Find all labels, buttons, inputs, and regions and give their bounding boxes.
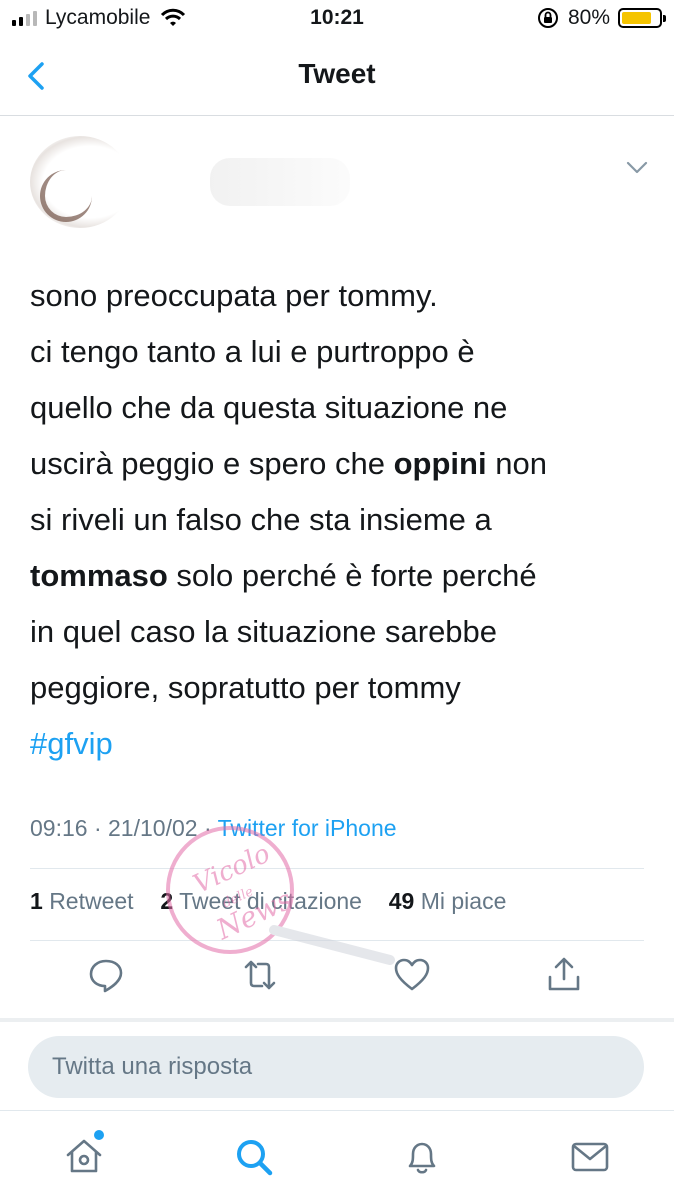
tweet-line: peggiore, sopratutto per tommy bbox=[30, 660, 650, 716]
tweet-text-segment: si riveli un falso che sta insieme a bbox=[30, 502, 492, 537]
heart-icon[interactable] bbox=[392, 955, 432, 995]
meta-separator: · bbox=[93, 815, 109, 841]
nav-bar: Tweet bbox=[0, 40, 674, 116]
quotes-stat[interactable]: 2 Tweet di citazione bbox=[160, 888, 362, 914]
likes-count: 49 bbox=[388, 888, 415, 914]
tweet-line: ci tengo tanto a lui e purtroppo è bbox=[30, 324, 650, 380]
comment-icon[interactable] bbox=[86, 955, 126, 995]
quotes-count: 2 bbox=[160, 888, 174, 914]
quotes-label: Tweet di citazione bbox=[179, 888, 362, 914]
divider bbox=[30, 940, 644, 941]
tab-bar bbox=[0, 1110, 674, 1200]
likes-label: Mi piace bbox=[420, 888, 507, 914]
tweet-stats: 1 Retweet 2 Tweet di citazione 49 Mi pia… bbox=[30, 888, 506, 915]
tweet-text: sono preoccupata per tommy. ci tengo tant… bbox=[30, 268, 650, 772]
mail-icon[interactable] bbox=[568, 1135, 612, 1179]
tweet-text-segment: peggiore, sopratutto per tommy bbox=[30, 670, 461, 705]
home-notification-dot bbox=[94, 1130, 104, 1140]
hashtag-link[interactable]: #gfvip bbox=[30, 726, 113, 761]
likes-stat[interactable]: 49 Mi piace bbox=[389, 888, 507, 914]
orientation-lock-icon bbox=[537, 8, 558, 28]
mention-text: oppini bbox=[393, 446, 487, 481]
tweet-line: sono preoccupata per tommy. bbox=[30, 268, 650, 324]
mention-text: tommaso bbox=[30, 558, 168, 593]
home-icon[interactable] bbox=[62, 1135, 106, 1179]
tweet-time: 09:16 bbox=[30, 815, 88, 841]
search-icon[interactable] bbox=[232, 1135, 276, 1179]
tweet-line: tommaso solo perché è forte perché bbox=[30, 548, 650, 604]
meta-separator: · bbox=[203, 815, 218, 841]
tweet-text-segment: uscirà peggio e spero che bbox=[30, 446, 394, 481]
tweet-line: in quel caso la situazione sarebbe bbox=[30, 604, 650, 660]
tweet-text-segment: solo perché è forte perché bbox=[167, 558, 537, 593]
tweet-text-segment: sono preoccupata per tommy. bbox=[30, 278, 438, 313]
retweets-count: 1 bbox=[30, 888, 43, 914]
retweets-stat[interactable]: 1 Retweet bbox=[30, 888, 134, 914]
retweets-label: Retweet bbox=[49, 888, 134, 914]
battery-percent: 80% bbox=[567, 6, 610, 29]
status-right: 80% bbox=[536, 6, 666, 30]
divider bbox=[30, 868, 644, 869]
battery-icon bbox=[618, 8, 666, 28]
tweet-line: #gfvip bbox=[30, 716, 650, 772]
tweet-actions bbox=[0, 955, 674, 1005]
tweet-date: 21/10/02 bbox=[108, 815, 198, 841]
section-separator bbox=[0, 1018, 674, 1022]
status-bar: Lycamobile 10:21 80% bbox=[0, 0, 674, 40]
tweet-line: quello che da questa situazione ne bbox=[30, 380, 650, 436]
reply-input[interactable] bbox=[28, 1036, 644, 1098]
tweet-line: si riveli un falso che sta insieme a bbox=[30, 492, 650, 548]
avatar-mark bbox=[40, 170, 92, 222]
tweet-text-segment: in quel caso la situazione sarebbe bbox=[30, 614, 498, 649]
tweet-source-link[interactable]: Twitter for iPhone bbox=[218, 815, 397, 841]
bell-icon[interactable] bbox=[400, 1135, 444, 1179]
share-icon[interactable] bbox=[544, 955, 584, 995]
tweet-line: uscirà peggio e spero che oppini non bbox=[30, 436, 650, 492]
author-name[interactable] bbox=[210, 158, 350, 206]
reply-box[interactable] bbox=[28, 1036, 644, 1098]
retweet-icon[interactable] bbox=[240, 955, 280, 995]
page-title: Tweet bbox=[298, 58, 376, 89]
tweet-text-segment: ci tengo tanto a lui e purtroppo è bbox=[30, 334, 475, 369]
tweet-meta: 09:16 · 21/10/02 · Twitter for iPhone bbox=[30, 815, 397, 842]
tweet-text-segment: non bbox=[486, 446, 547, 481]
tweet-text-segment: quello che da questa situazione ne bbox=[30, 390, 508, 425]
chevron-down-icon[interactable] bbox=[624, 154, 650, 180]
